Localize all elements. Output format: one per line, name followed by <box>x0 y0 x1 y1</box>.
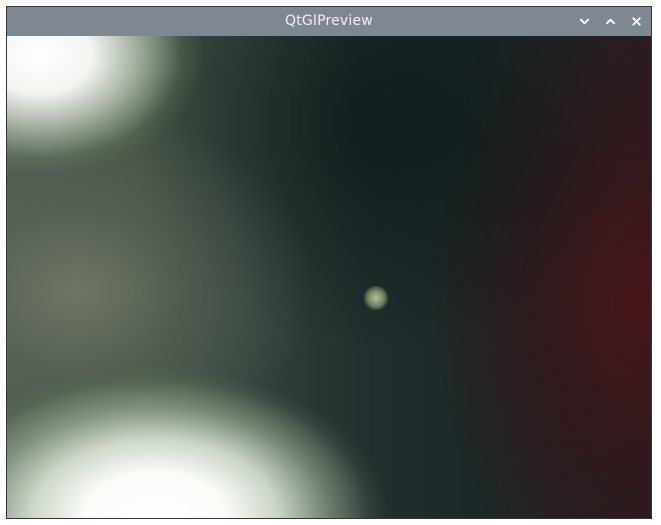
maximize-button[interactable] <box>599 11 621 33</box>
chevron-up-icon <box>605 18 615 25</box>
close-button[interactable] <box>625 11 647 33</box>
preview-light-spot <box>364 286 388 310</box>
close-icon <box>631 17 641 26</box>
window-controls <box>573 7 647 36</box>
chevron-down-icon <box>579 18 589 25</box>
window-titlebar[interactable]: QtGlPreview <box>7 7 651 36</box>
qtglpreview-window: QtGlPreview <box>6 6 652 519</box>
window-title: QtGlPreview <box>285 13 373 29</box>
camera-preview-surface <box>7 36 651 518</box>
minimize-button[interactable] <box>573 11 595 33</box>
